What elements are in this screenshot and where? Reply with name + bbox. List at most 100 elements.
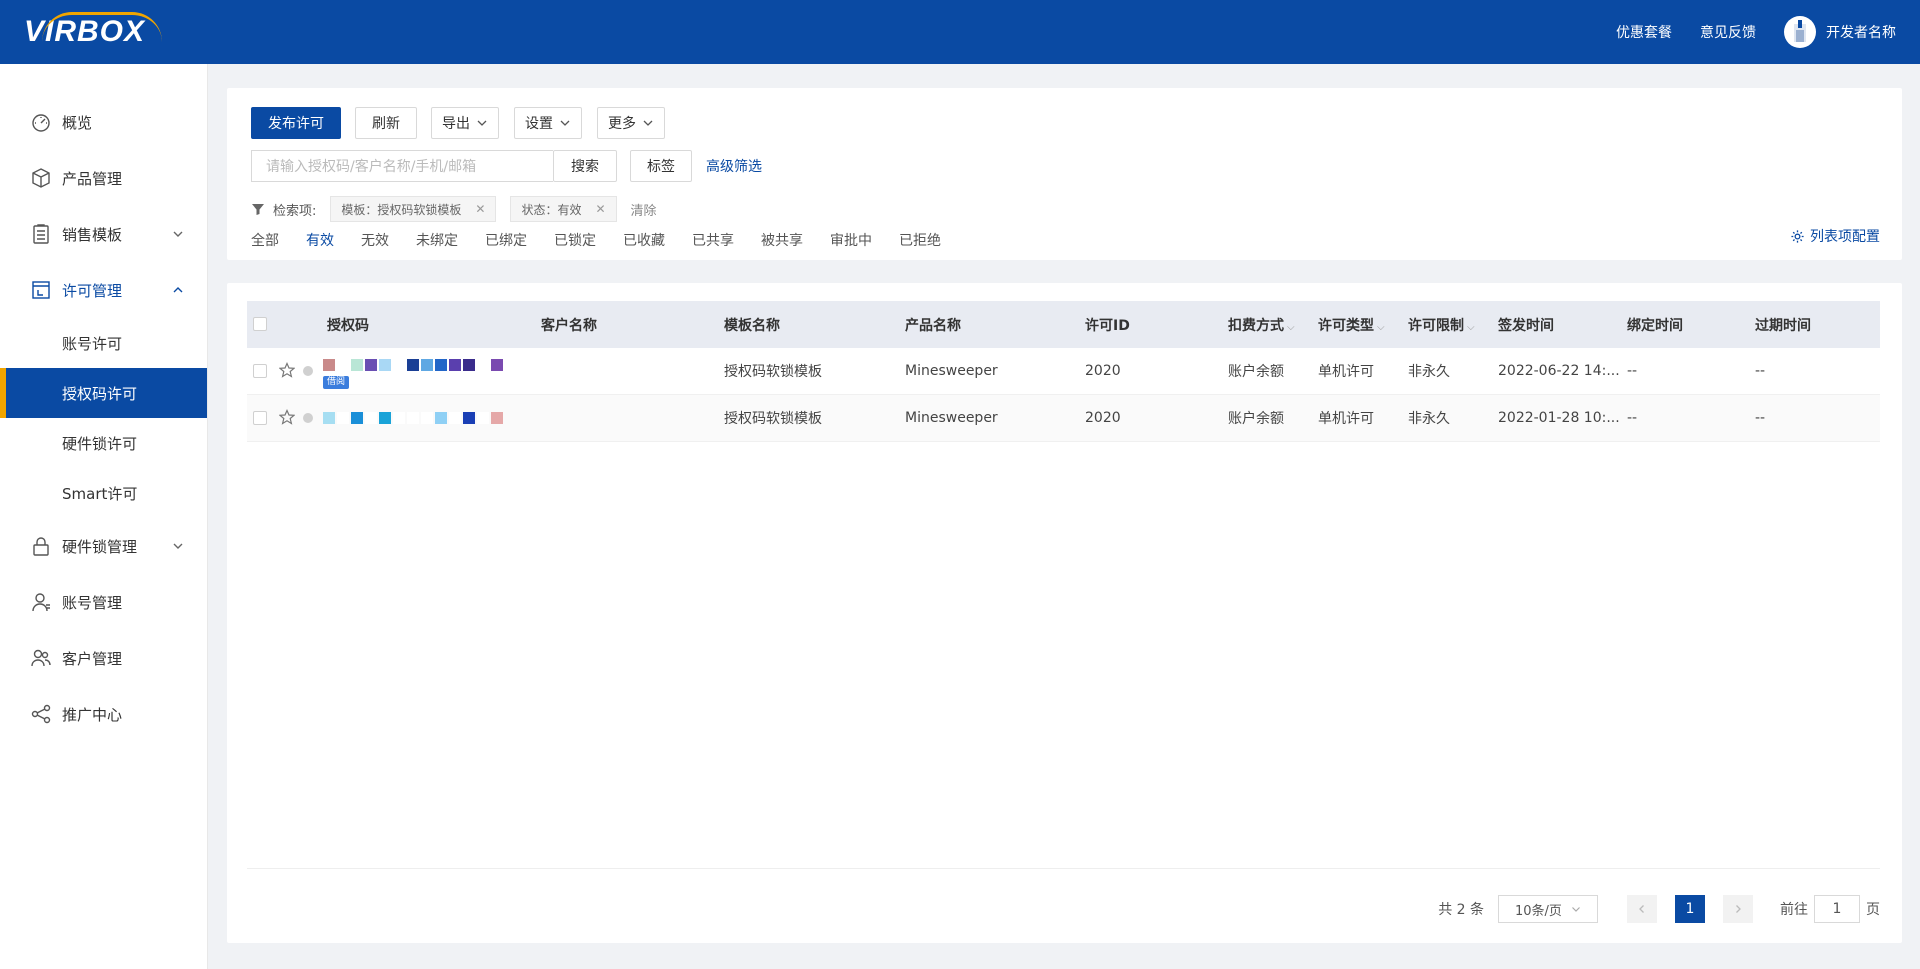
column-header-billing[interactable]: 扣费方式 ⌵ <box>1228 315 1295 335</box>
cell-product: Minesweeper <box>905 363 998 379</box>
status-tabs: 全部 有效 无效 未绑定 已绑定 已锁定 已收藏 已共享 被共享 审批中 已拒绝 <box>251 230 968 250</box>
auth-code-masked[interactable] <box>323 359 503 371</box>
table-row[interactable]: 授权码软锁模板 Minesweeper 2020 账户余额 单机许可 非永久 2… <box>247 395 1880 442</box>
clear-filters-link[interactable]: 清除 <box>631 200 657 219</box>
prev-page-button[interactable] <box>1627 895 1657 923</box>
tab-bound[interactable]: 已绑定 <box>485 230 527 250</box>
cell-expires: -- <box>1755 363 1766 379</box>
filter-row: 检索项: 模板：授权码软锁模板 ✕ 状态：有效 ✕ 清除 <box>251 196 657 222</box>
sidebar-item-label: 销售模板 <box>62 225 123 244</box>
cell-billing: 账户余额 <box>1228 364 1284 380</box>
sidebar-item-promotion-center[interactable]: 推广中心 <box>0 686 207 742</box>
sidebar-item-hardware-lock-management[interactable]: 硬件锁管理 <box>0 518 207 574</box>
tab-pending-approval[interactable]: 审批中 <box>830 230 872 250</box>
sidebar-subitem-hardware-lock-license[interactable]: 硬件锁许可 <box>0 418 207 468</box>
template-icon <box>30 223 52 245</box>
customers-icon <box>30 647 52 669</box>
chevron-down-icon: ⌵ <box>1287 321 1295 333</box>
row-checkbox[interactable] <box>253 411 267 425</box>
column-header-customer[interactable]: 客户名称 <box>541 315 597 335</box>
cell-template: 授权码软锁模板 <box>724 411 822 427</box>
cell-issued: 2022-01-28 10:... <box>1498 410 1620 426</box>
cell-type: 单机许可 <box>1318 364 1374 380</box>
sidebar-item-license-management[interactable]: 许可管理 <box>0 262 207 318</box>
auth-code-masked[interactable] <box>323 412 503 424</box>
select-all-checkbox[interactable] <box>253 317 267 331</box>
pagination: 共 2 条 10条/页 1 前往 1 页 <box>1438 895 1880 923</box>
page-number-1[interactable]: 1 <box>1675 895 1705 923</box>
virbox-logo[interactable]: VIRBOX <box>24 0 184 64</box>
more-dropdown[interactable]: 更多 <box>597 107 665 139</box>
search-button[interactable]: 搜索 <box>553 150 617 182</box>
sidebar-item-sales-templates[interactable]: 销售模板 <box>0 206 207 262</box>
advanced-filter-link[interactable]: 高级筛选 <box>706 156 762 176</box>
cell-license-id: 2020 <box>1085 410 1121 426</box>
gear-icon <box>1791 229 1804 243</box>
column-header-license-id[interactable]: 许可ID <box>1085 315 1130 335</box>
column-header-type[interactable]: 许可类型 ⌵ <box>1318 315 1385 335</box>
user-menu[interactable]: 开发者名称 <box>1784 16 1896 48</box>
sidebar-item-label: 许可管理 <box>62 281 123 300</box>
chevron-down-icon: ⌵ <box>1467 321 1475 333</box>
column-header-expires[interactable]: 过期时间 <box>1755 315 1811 335</box>
sidebar-item-label: 账号管理 <box>62 593 123 612</box>
column-header-product[interactable]: 产品名称 <box>905 315 961 335</box>
tab-valid[interactable]: 有效 <box>306 230 334 250</box>
sidebar-item-products[interactable]: 产品管理 <box>0 150 207 206</box>
sidebar-item-label: 硬件锁管理 <box>62 537 138 556</box>
filter-tag-template: 模板：授权码软锁模板 ✕ <box>330 196 497 222</box>
sidebar-item-overview[interactable]: 概览 <box>0 94 207 150</box>
more-label: 更多 <box>608 116 636 132</box>
cell-product: Minesweeper <box>905 410 998 426</box>
refresh-button[interactable]: 刷新 <box>355 107 417 139</box>
page-size-select[interactable]: 10条/页 <box>1498 895 1598 923</box>
sidebar-item-label: 客户管理 <box>62 649 123 668</box>
feedback-link[interactable]: 意见反馈 <box>1700 22 1756 42</box>
pager-divider <box>247 868 1880 869</box>
star-icon[interactable] <box>278 409 296 425</box>
column-config-button[interactable]: 列表项配置 <box>1790 226 1880 246</box>
sidebar-subitem-auth-code-license[interactable]: 授权码许可 <box>0 368 207 418</box>
column-header-limit[interactable]: 许可限制 ⌵ <box>1408 315 1475 335</box>
star-icon[interactable] <box>278 362 296 378</box>
tab-unbound[interactable]: 未绑定 <box>416 230 458 250</box>
tab-shared-with-me[interactable]: 被共享 <box>761 230 803 250</box>
cell-template: 授权码软锁模板 <box>724 364 822 380</box>
sidebar-subitem-account-license[interactable]: 账号许可 <box>0 318 207 368</box>
tab-all[interactable]: 全部 <box>251 230 279 250</box>
sidebar-subitem-smart-license[interactable]: Smart许可 <box>0 468 207 518</box>
export-dropdown[interactable]: 导出 <box>431 107 499 139</box>
chevron-up-icon <box>173 287 183 293</box>
dashboard-icon <box>30 111 52 133</box>
tab-favorited[interactable]: 已收藏 <box>623 230 665 250</box>
column-header-auth-code[interactable]: 授权码 <box>327 315 369 335</box>
column-header-template[interactable]: 模板名称 <box>724 315 780 335</box>
column-header-bound[interactable]: 绑定时间 <box>1627 315 1683 335</box>
goto-page-input[interactable]: 1 <box>1814 895 1860 923</box>
total-count: 共 2 条 <box>1438 902 1484 918</box>
close-icon[interactable]: ✕ <box>595 202 605 216</box>
issue-license-button[interactable]: 发布许可 <box>251 107 341 139</box>
next-page-button[interactable] <box>1723 895 1753 923</box>
sidebar-item-account-management[interactable]: 账号管理 <box>0 574 207 630</box>
close-icon[interactable]: ✕ <box>475 202 485 216</box>
filter-tag-status: 状态：有效 ✕ <box>510 196 617 222</box>
tags-button[interactable]: 标签 <box>630 150 692 182</box>
avatar <box>1784 16 1816 48</box>
sidebar-item-customer-management[interactable]: 客户管理 <box>0 630 207 686</box>
status-dot <box>303 413 313 423</box>
column-header-label: 扣费方式 <box>1228 317 1284 334</box>
tab-shared[interactable]: 已共享 <box>692 230 734 250</box>
column-header-issued[interactable]: 签发时间 <box>1498 315 1554 335</box>
tab-locked[interactable]: 已锁定 <box>554 230 596 250</box>
tab-invalid[interactable]: 无效 <box>361 230 389 250</box>
tab-rejected[interactable]: 已拒绝 <box>899 230 941 250</box>
settings-dropdown[interactable]: 设置 <box>514 107 582 139</box>
cell-limit: 非永久 <box>1408 364 1450 380</box>
promo-link[interactable]: 优惠套餐 <box>1616 22 1672 42</box>
row-checkbox[interactable] <box>253 364 267 378</box>
table-row[interactable]: 借阅 授权码软锁模板 Minesweeper 2020 账户余额 单机许可 非永… <box>247 348 1880 395</box>
cell-type: 单机许可 <box>1318 411 1374 427</box>
search-input[interactable]: 请输入授权码/客户名称/手机/邮箱 <box>251 150 553 182</box>
settings-label: 设置 <box>525 116 553 132</box>
